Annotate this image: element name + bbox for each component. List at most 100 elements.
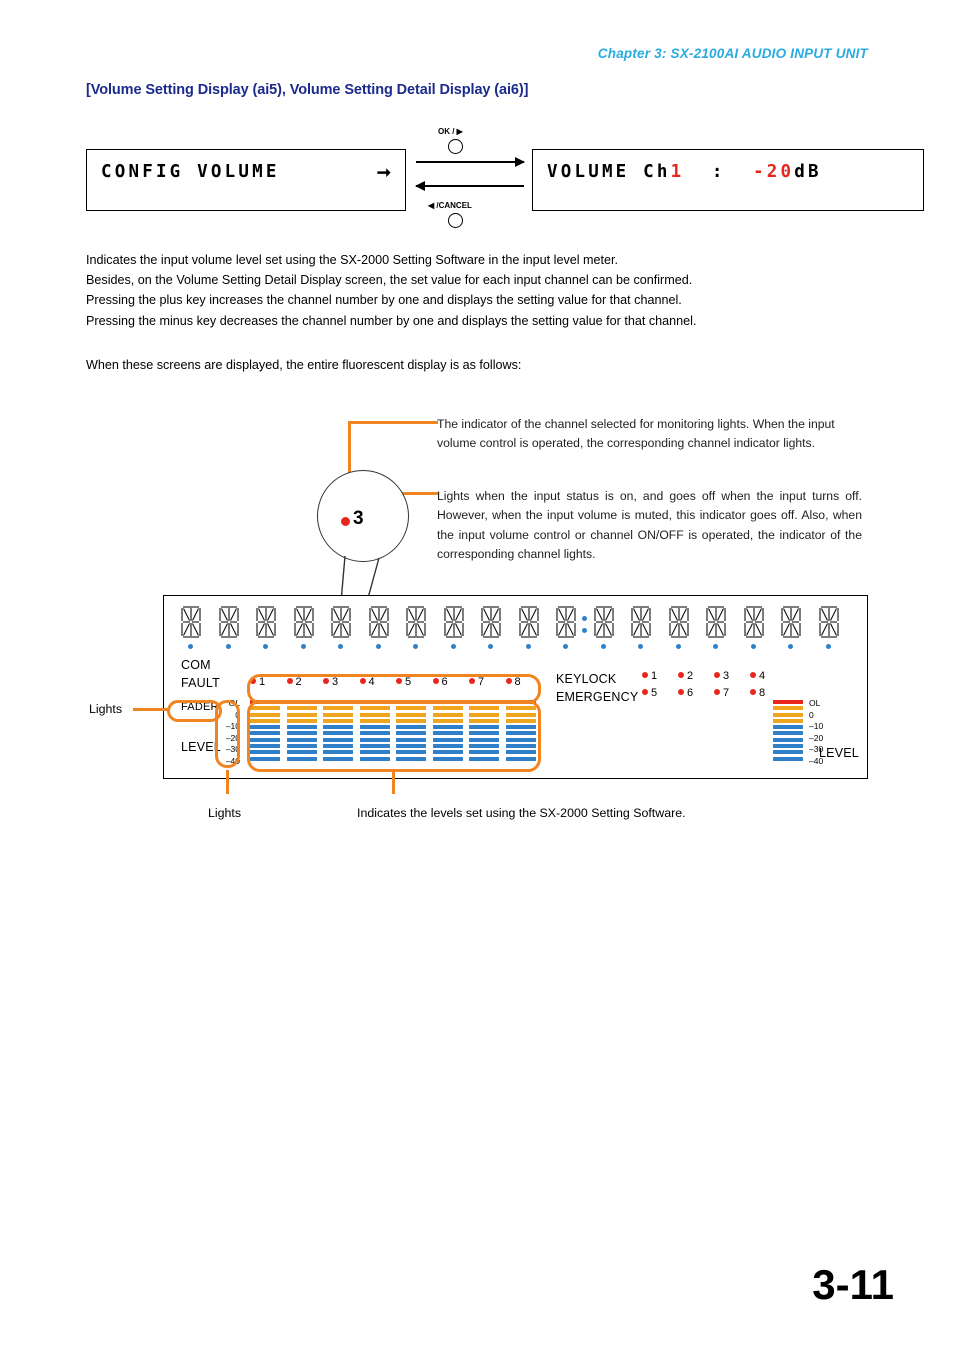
caption-levels-bottom: Indicates the levels set using the SX-20… (357, 806, 686, 820)
lights-bottom-leader (226, 770, 229, 794)
segment-colon-dot (581, 616, 587, 621)
meter-segment (773, 756, 803, 761)
segment-underline-dot (675, 644, 681, 649)
keylock-indicator-2: 2 (678, 670, 693, 682)
keylock-indicator-4: 4 (750, 670, 765, 682)
indicator-dot-icon (750, 672, 756, 679)
panel-label-fault: FAULT (181, 676, 220, 690)
meter-segment (773, 744, 803, 749)
segment-character (705, 606, 727, 638)
segment-underline-dot (338, 644, 343, 649)
segment-character (330, 606, 352, 638)
segment-character (405, 606, 427, 638)
body-line-2: Besides, on the Volume Setting Detail Di… (86, 273, 693, 288)
indicator-dot-icon (642, 672, 648, 679)
keylock-indicator-label: 8 (759, 687, 766, 699)
meter-segment (773, 731, 803, 736)
body-closing-line: When these screens are displayed, the en… (86, 357, 522, 372)
callout-monitor-indicator: The indicator of the channel selected fo… (437, 417, 835, 451)
segment-colon-dot (581, 628, 587, 633)
chapter-header: Chapter 3: SX-2100AI AUDIO INPUT UNIT (597, 46, 868, 61)
segment-underline-dot (600, 644, 606, 649)
page-number: 3-11 (812, 1261, 894, 1308)
lcd-screens-row: CONFIG VOLUME ➞ VOLUME Ch1 : -20dB OK / … (86, 127, 924, 228)
level-meter-output (773, 700, 803, 761)
segment-character (668, 606, 690, 638)
segment-character (443, 606, 465, 638)
lcd-right-separator: : (684, 162, 754, 182)
levels-bottom-leader (392, 770, 395, 794)
lcd-right-value: -20 (753, 162, 795, 182)
meter-segment (773, 706, 803, 711)
callout-input-status-text: Lights when the input status is on, and … (437, 489, 862, 562)
highlight-level-meters (247, 700, 541, 772)
segment-character (630, 606, 652, 638)
keylock-indicator-3: 3 (714, 670, 729, 682)
indicator-dot-icon (750, 689, 756, 696)
lcd-left-text: CONFIG VOLUME (101, 162, 280, 182)
caption-lights-left: Lights (89, 702, 123, 716)
magnifier-indicator-dot (341, 517, 350, 526)
scale-tick-label: –40 (809, 755, 824, 766)
ok-button-icon[interactable] (448, 139, 463, 154)
segment-underline-dot (788, 644, 793, 649)
segment-character (555, 606, 577, 638)
segment-underline-dot (450, 644, 456, 649)
lcd-right-unit: dB (794, 162, 822, 182)
indicator-dot-icon (678, 672, 684, 679)
keylock-indicator-8: 8 (750, 687, 765, 699)
panel-label-emergency: EMERGENCY (556, 690, 639, 704)
meter-segment (773, 750, 803, 755)
meter-segment (773, 725, 803, 730)
cancel-button-icon[interactable] (448, 213, 463, 228)
segment-character (780, 606, 802, 638)
keylock-indicator-5: 5 (642, 687, 657, 699)
segment-underline-dot (188, 644, 193, 649)
callout-input-status: Lights when the input status is on, and … (437, 487, 862, 565)
right-arrow-cursor-icon: ➞ (376, 163, 391, 182)
magnifier-channel-number: 3 (353, 508, 364, 529)
screen-transition-arrows: OK / ▶ ◀ /CANCEL (415, 127, 528, 237)
segment-underline-dot (825, 644, 831, 649)
segment-underline-dot (713, 644, 718, 649)
segment-character (293, 606, 315, 638)
page-title: [Volume Setting Display (ai5), Volume Se… (86, 82, 529, 98)
arrow-left-icon (415, 181, 524, 191)
body-line-4: Pressing the minus key decreases the cha… (86, 313, 697, 328)
level-scale-right: OL 0 –10 –20 –30 –40 (809, 699, 833, 769)
meter-segment (773, 737, 803, 742)
segment-underline-dot (375, 644, 381, 649)
segment-character (368, 606, 390, 638)
cancel-key-label: ◀ /CANCEL (428, 201, 472, 210)
meter-segment (773, 718, 803, 723)
segment-character (480, 606, 502, 638)
segment-underline-dot (525, 644, 531, 649)
lcd-right-channel: 1 (670, 162, 685, 182)
segment-underline-dot (300, 644, 306, 649)
indicator-dot-icon (678, 689, 684, 696)
segment-underline-dot (488, 644, 493, 649)
keylock-indicator-label: 7 (723, 687, 730, 699)
segment-character (593, 606, 615, 638)
lcd-right-prefix: VOLUME Ch (547, 162, 671, 182)
segment-underline-dot (413, 644, 418, 649)
segment-character (218, 606, 240, 638)
segment-character (518, 606, 540, 638)
highlight-fader-label (167, 700, 222, 722)
lcd-screen-config-volume: CONFIG VOLUME ➞ (86, 149, 406, 211)
indicator-dot-icon (714, 672, 720, 679)
meter-segment (773, 712, 803, 717)
segment-underline-dot (225, 644, 231, 649)
body-line-1: Indicates the input volume level set usi… (86, 253, 619, 267)
caption-lights-bottom: Lights (208, 806, 242, 820)
meter-segment (773, 700, 803, 704)
segment-underline-dot (638, 644, 643, 649)
keylock-indicator-7: 7 (714, 687, 729, 699)
lcd-right-text: VOLUME Ch1 : -20dB (547, 162, 822, 182)
segment-display-row (180, 606, 860, 652)
segment-underline-dot (750, 644, 756, 649)
segment-character (255, 606, 277, 638)
panel-label-com: COM (181, 658, 211, 672)
highlight-level-scale (215, 700, 240, 768)
body-line-3: Pressing the plus key increases the chan… (86, 293, 682, 308)
